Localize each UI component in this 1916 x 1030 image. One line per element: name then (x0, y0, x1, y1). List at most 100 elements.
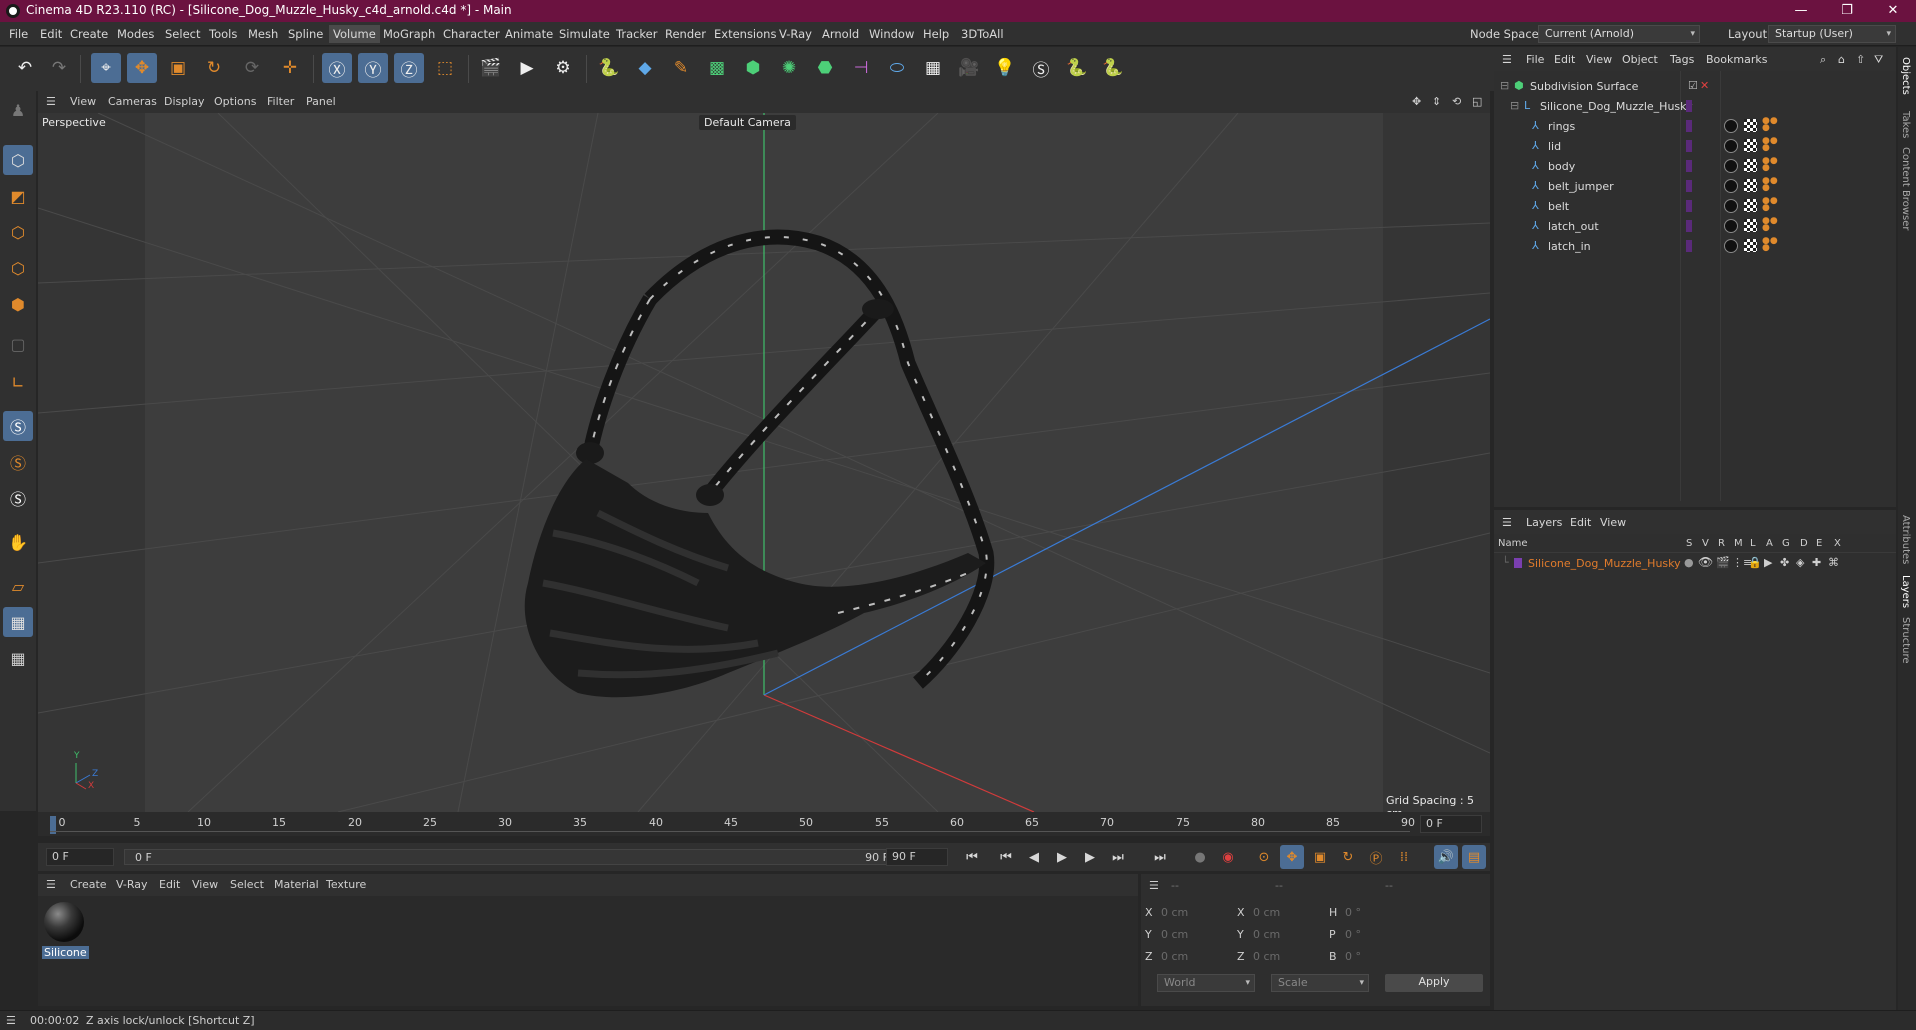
layout-dropdown[interactable]: Startup (User) ▾ (1768, 25, 1896, 43)
object-row[interactable]: ⅄ body ●● ● (1496, 156, 1868, 176)
start-frame-field[interactable]: 0 F (46, 848, 114, 866)
uv-mode-icon[interactable]: ▢ (3, 329, 33, 359)
coord-rot-p-field[interactable]: 0 ° (1345, 928, 1361, 944)
subdivision-icon[interactable]: ▩ (702, 53, 732, 83)
next-frame-icon[interactable]: ▶ (1078, 845, 1102, 869)
menu-mograph[interactable]: MoGraph (383, 27, 435, 41)
search-icon[interactable]: ⌕ (1820, 53, 1826, 67)
previous-frame-icon[interactable]: ◀ (1022, 845, 1046, 869)
end-frame-field[interactable]: 90 F (886, 848, 948, 866)
material-menu-vray[interactable]: V-Ray (116, 878, 148, 891)
points-mode-icon[interactable]: ⬡ (3, 217, 33, 247)
generators-icon[interactable]: ✤ (1780, 556, 1789, 569)
key-parameter-icon[interactable]: Ⓟ (1364, 845, 1388, 869)
phong-tag-icon[interactable]: ●● ● (1762, 217, 1778, 233)
coord-space-dropdown[interactable]: World ▾ (1157, 974, 1255, 992)
object-menu-icon[interactable]: ☰ (1502, 53, 1512, 66)
material-tag-icon[interactable] (1724, 219, 1738, 233)
previous-key-icon[interactable]: ⏮ (994, 845, 1018, 869)
z-axis-lock-icon[interactable]: Ⓩ (394, 53, 424, 83)
render-region-icon[interactable]: 🎬 (476, 53, 506, 83)
next-key-icon[interactable]: ⏭ (1106, 845, 1130, 869)
layer-color-swatch[interactable] (1686, 160, 1692, 172)
material-tag-icon[interactable] (1724, 159, 1738, 173)
autokey-icon[interactable]: ◉ (1216, 845, 1240, 869)
tab-structure[interactable]: Structure (1900, 617, 1911, 664)
uvw-tag-icon[interactable] (1744, 219, 1757, 232)
object-name[interactable]: Silicone_Dog_Muzzle_Husky (1540, 100, 1693, 113)
timeline-icon[interactable]: ▤ (1462, 845, 1486, 869)
polygons-mode-icon[interactable]: ⬢ (3, 289, 33, 319)
layer-color-swatch[interactable] (1686, 220, 1692, 232)
object-name[interactable]: rings (1548, 120, 1575, 133)
solo-icon[interactable]: ● (1684, 556, 1694, 569)
object-row[interactable]: ⅄ belt ●● ● (1496, 196, 1868, 216)
make-editable-icon[interactable]: ♟ (3, 95, 33, 125)
tab-content-browser[interactable]: Content Browser (1900, 147, 1911, 230)
object-row[interactable]: ⅄ latch_in ●● ● (1496, 236, 1868, 256)
phong-tag-icon[interactable]: ●● ● (1762, 197, 1778, 213)
tweak-icon[interactable]: ✋ (3, 527, 33, 557)
coord-size-y-field[interactable]: 0 cm (1253, 928, 1280, 944)
render-icon[interactable]: 🎬 (1716, 556, 1730, 569)
node-space-dropdown[interactable]: Current (Arnold) ▾ (1538, 25, 1700, 43)
material-tag-icon[interactable] (1724, 119, 1738, 133)
close-button[interactable]: ✕ (1870, 0, 1916, 22)
status-menu-icon[interactable]: ☰ (6, 1014, 16, 1027)
menu-select[interactable]: Select (165, 27, 200, 41)
material-menu-create[interactable]: Create (70, 878, 107, 891)
object-name[interactable]: body (1548, 160, 1575, 173)
material-tag-icon[interactable] (1724, 139, 1738, 153)
layers-menu-edit[interactable]: Edit (1570, 516, 1591, 529)
render-view-icon[interactable]: ▶ (512, 53, 542, 83)
edges-mode-icon[interactable]: ⬡ (3, 253, 33, 283)
viewport-menu-panel[interactable]: Panel (306, 95, 336, 108)
rotate-view-icon[interactable]: ⟲ (1452, 95, 1461, 108)
material-menu-edit[interactable]: Edit (159, 878, 180, 891)
viewport-menu-filter[interactable]: Filter (267, 95, 294, 108)
coordinate-system-icon[interactable]: ⬚ (430, 53, 460, 83)
coord-pos-x-field[interactable]: 0 cm (1161, 906, 1188, 922)
camera-icon[interactable]: 🎥 (954, 53, 984, 83)
key-position-icon[interactable]: ✥ (1280, 845, 1304, 869)
viewport-menu-display[interactable]: Display (164, 95, 205, 108)
object-row-subdivision[interactable]: ⊟ ⬢ Subdivision Surface ☑ ✕ (1496, 76, 1868, 96)
object-row-group[interactable]: ⊟ L Silicone_Dog_Muzzle_Husky (1496, 96, 1868, 116)
object-name[interactable]: lid (1548, 140, 1561, 153)
menu-create[interactable]: Create (70, 27, 108, 41)
layer-color-swatch[interactable] (1686, 240, 1692, 252)
floor-icon[interactable]: ▦ (918, 53, 948, 83)
phong-tag-icon[interactable]: ●● ● (1762, 177, 1778, 193)
object-menu-tags[interactable]: Tags (1670, 53, 1694, 66)
cloner-icon[interactable]: ✺ (774, 53, 804, 83)
menu-arnold[interactable]: Arnold (822, 27, 859, 41)
maximize-button[interactable]: ❐ (1824, 0, 1870, 22)
object-menu-edit[interactable]: Edit (1554, 53, 1575, 66)
edit-check-icon[interactable]: ☑ (1688, 79, 1700, 92)
phong-tag-icon[interactable]: ●● ● (1762, 137, 1778, 153)
coord-size-z-field[interactable]: 0 cm (1253, 950, 1280, 966)
grid-icon[interactable]: ▦ (3, 607, 33, 637)
layer-color-swatch[interactable] (1686, 120, 1692, 132)
coord-size-x-field[interactable]: 0 cm (1253, 906, 1280, 922)
xref-icon[interactable]: ⌘ (1828, 556, 1839, 569)
workplane-snap-icon[interactable]: Ⓢ (3, 483, 33, 513)
viewport-menu-options[interactable]: Options (214, 95, 256, 108)
deformers-icon[interactable]: ◈ (1796, 556, 1804, 569)
object-name[interactable]: latch_out (1548, 220, 1599, 233)
object-menu-file[interactable]: File (1526, 53, 1544, 66)
mograph-icon[interactable]: ⬣ (810, 53, 840, 83)
cube-primitive-icon[interactable]: ◆ (630, 53, 660, 83)
menu-file[interactable]: File (9, 27, 28, 41)
tab-attributes[interactable]: Attributes (1900, 515, 1911, 564)
phong-tag-icon[interactable]: ●● ● (1762, 117, 1778, 133)
timeline-ruler[interactable]: 0 5 10 15 20 25 30 35 40 45 50 55 60 65 … (38, 812, 1490, 836)
tab-layers[interactable]: Layers (1900, 575, 1911, 608)
light-icon[interactable]: 💡 (990, 53, 1020, 83)
material-menu-texture[interactable]: Texture (326, 878, 366, 891)
coord-pos-z-field[interactable]: 0 cm (1161, 950, 1188, 966)
recent-tool-icon[interactable]: ⟳ (237, 53, 267, 83)
coordinates-menu-icon[interactable]: ☰ (1149, 879, 1159, 892)
uvw-tag-icon[interactable] (1744, 199, 1757, 212)
object-row[interactable]: ⅄ rings ●● ● (1496, 116, 1868, 136)
